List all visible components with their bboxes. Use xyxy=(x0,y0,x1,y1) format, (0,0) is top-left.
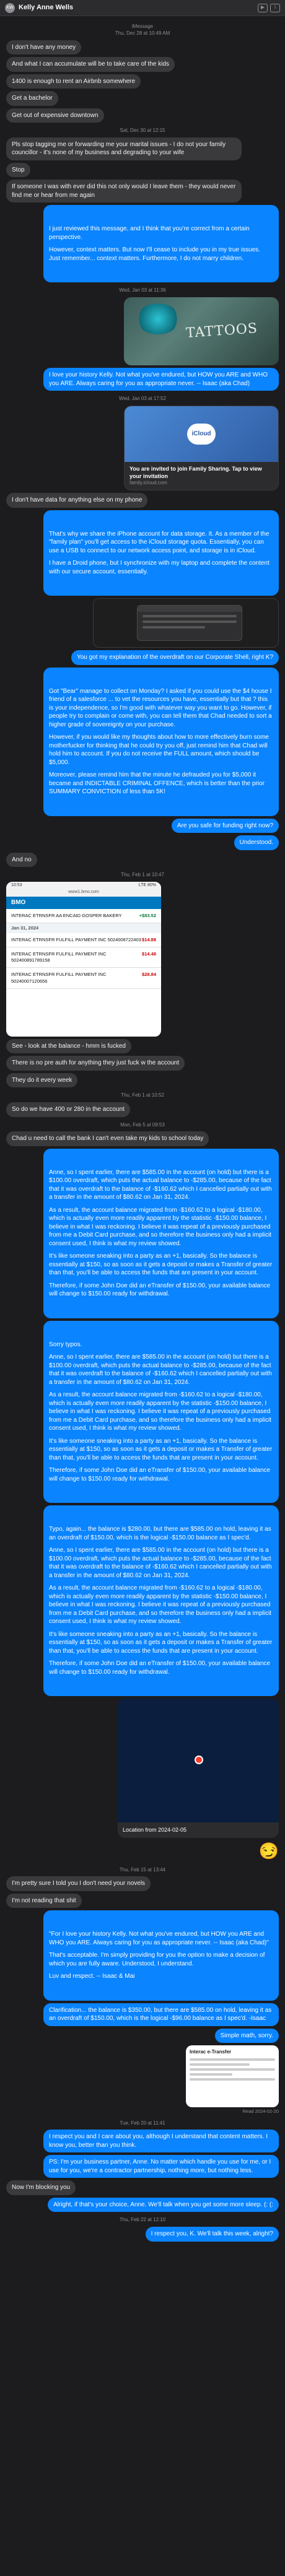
timestamp: Tue, Feb 20 at 11:41 xyxy=(120,2120,165,2126)
message-outgoing[interactable]: Anne, so I spent earlier, there are $585… xyxy=(43,1148,279,1318)
message-incoming[interactable]: I don't have data for anything else on m… xyxy=(6,493,148,508)
bank-screenshot-attachment[interactable]: 10:53 LTE 80% www1.bmo.com BMO INTERAC ET… xyxy=(6,881,161,1037)
message-outgoing[interactable]: That's why we share the iPhone account f… xyxy=(43,510,279,596)
message-incoming[interactable]: There is no pre auth for anything they j… xyxy=(6,1056,185,1071)
timestamp: Sat, Dec 30 at 12:15 xyxy=(120,128,165,134)
tattoos-lettering-graphic: TATTOOS xyxy=(185,321,258,342)
message-outgoing[interactable]: I respect you, K. We'll talk this week, … xyxy=(145,2227,279,2242)
message-incoming[interactable]: So do we have 400 or 280 in the account xyxy=(6,1102,130,1117)
timestamp: Wed, Jan 03 at 17:52 xyxy=(119,396,166,402)
message-outgoing[interactable]: I love your history Kelly. Not what you'… xyxy=(43,368,279,391)
transaction-date: Jan 31, 2024 xyxy=(6,923,161,934)
timestamp: Wed, Jan 03 at 11:36 xyxy=(119,287,166,294)
image-attachment[interactable]: TATTOOS xyxy=(124,297,279,366)
message-incoming[interactable]: 1400 is enough to rent an Airbnb somewhe… xyxy=(6,74,141,89)
message-incoming[interactable]: See - look at the balance - hmm is fucke… xyxy=(6,1038,131,1054)
video-call-icon[interactable]: ▶ xyxy=(258,3,268,12)
message-outgoing[interactable]: Got "Bear" manage to collect on Monday? … xyxy=(43,667,279,816)
message-incoming[interactable]: Get out of expensive downtown xyxy=(6,108,104,123)
emoji-message[interactable]: 😏 xyxy=(259,1840,279,1862)
message-outgoing[interactable]: Simple math, sorry. xyxy=(214,2028,279,2043)
location-attachment[interactable]: Location from 2024-02-05 xyxy=(118,1699,279,1838)
conversation-header: KW Kelly Anne Wells ▶ i xyxy=(0,0,285,16)
timestamp: Thu, Feb 15 at 13:44 xyxy=(119,1866,166,1873)
message-incoming[interactable]: I'm pretty sure I told you I don't need … xyxy=(6,1876,151,1891)
message-incoming[interactable]: Now I'm blocking you xyxy=(6,2180,76,2195)
transaction-row: INTERAC ETRNSFR FULFILL PAYMENT INC 5024… xyxy=(6,947,161,968)
message-outgoing[interactable]: I respect you and I care about you, alth… xyxy=(43,2130,279,2153)
timestamp: Thu, Feb 1 at 10:52 xyxy=(121,1092,164,1099)
message-outgoing[interactable]: I just reviewed this message, and I thin… xyxy=(43,205,279,283)
browser-url: www1.bmo.com xyxy=(6,889,161,897)
message-outgoing[interactable]: You got my explanation of the overdraft … xyxy=(71,650,279,665)
message-incoming[interactable]: Pls stop tagging me or forwarding me you… xyxy=(6,137,242,160)
timestamp: Thu, Feb 1 at 10:47 xyxy=(121,872,164,878)
location-pin-icon xyxy=(195,1756,203,1765)
message-incoming[interactable]: Stop xyxy=(6,162,30,178)
message-incoming[interactable]: They do it every week xyxy=(6,1073,78,1088)
message-outgoing[interactable]: PS: I'm your business partner, Anne. No … xyxy=(43,2155,279,2178)
icloud-icon: iCloud xyxy=(187,423,216,445)
link-hero-image: iCloud xyxy=(125,406,278,462)
message-incoming[interactable]: Chad u need to call the bank I can't eve… xyxy=(6,1131,209,1146)
link-domain: family.icloud.com xyxy=(129,480,167,486)
map-caption: Location from 2024-02-05 xyxy=(118,1822,279,1838)
dialog-window-graphic xyxy=(137,605,242,642)
family-sharing-link-preview[interactable]: iCloud You are invited to join Family Sh… xyxy=(124,405,279,491)
message-outgoing[interactable]: Alright, if that's your choice, Anne. We… xyxy=(48,2197,279,2213)
contact-name[interactable]: Kelly Anne Wells xyxy=(19,3,255,12)
message-outgoing[interactable]: Clarification... the balance is $350.00,… xyxy=(43,2003,279,2026)
message-outgoing[interactable]: Sorry typos. Anne, so I spent earlier, th… xyxy=(43,1320,279,1503)
message-incoming[interactable]: And no xyxy=(6,852,37,868)
message-outgoing[interactable]: Are you safe for funding right now? xyxy=(171,818,279,833)
screenshot-attachment[interactable] xyxy=(93,598,279,648)
receipt-title: Interac e-Transfer xyxy=(190,2049,232,2055)
message-outgoing[interactable]: Typo, again... the balance is $280.00, b… xyxy=(43,1505,279,1697)
message-outgoing[interactable]: Understood. xyxy=(234,835,279,850)
info-icon[interactable]: i xyxy=(270,3,280,12)
ink-splash-graphic xyxy=(136,303,180,335)
transaction-row: INTERAC ETRNSFR AA ENCAID GOSPER BAKERY +… xyxy=(6,909,161,923)
link-title: You are invited to join Family Sharing. … xyxy=(129,465,262,480)
timestamp: iMessage Thu, Dec 28 at 10:49 AM xyxy=(115,24,170,36)
message-incoming[interactable]: And what I can accumulate will be to tak… xyxy=(6,57,175,72)
timestamp: Thu, Feb 22 at 12:10 xyxy=(119,2217,166,2223)
message-outgoing[interactable]: "For I love your history Kelly. Not what… xyxy=(43,1910,279,2001)
phone-status-bar: 10:53 LTE 80% xyxy=(6,881,161,889)
message-thread[interactable]: iMessage Thu, Dec 28 at 10:49 AM I don't… xyxy=(0,16,285,2242)
message-incoming[interactable]: Get a bachelor xyxy=(6,91,58,106)
timestamp: Mon, Feb 5 at 09:53 xyxy=(120,1121,165,1128)
message-incoming[interactable]: If someone I was with ever did this not … xyxy=(6,180,242,203)
bank-logo: BMO xyxy=(6,896,161,909)
contact-avatar[interactable]: KW xyxy=(5,2,15,13)
map-preview xyxy=(118,1699,279,1823)
transaction-row: INTERAC ETRNSFR FULFILL PAYMENT INC 5024… xyxy=(6,933,161,948)
read-receipt: Read 2024-02-20 xyxy=(242,2108,279,2115)
receipt-image-attachment[interactable]: Interac e-Transfer xyxy=(186,2045,279,2108)
message-incoming[interactable]: I'm not reading that shit xyxy=(6,1893,82,1908)
message-incoming[interactable]: I don't have any money xyxy=(6,40,82,55)
transaction-row: INTERAC ETRNSFR FULFILL PAYMENT INC 5024… xyxy=(6,968,161,989)
